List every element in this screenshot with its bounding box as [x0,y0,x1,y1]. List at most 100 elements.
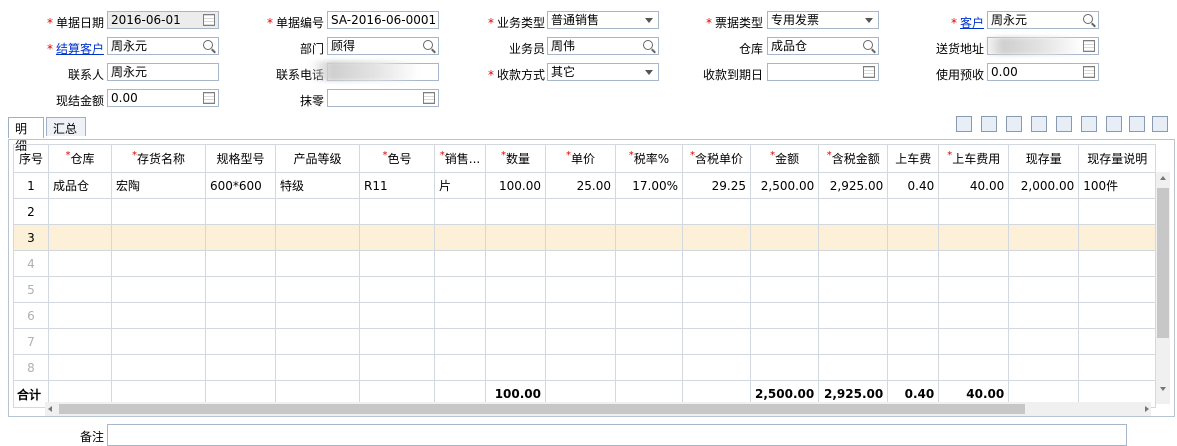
table-cell[interactable] [1078,250,1157,277]
table-cell[interactable] [111,354,206,381]
table-row[interactable]: 1 成品仓 宏陶 600*600 特级 R11 片 100.00 25.00 17.00% 29.2… [13,172,1157,199]
column-header[interactable]: *单价 [545,144,616,173]
table-cell[interactable] [275,198,360,225]
table-cell[interactable] [818,198,889,225]
column-header[interactable]: *含税单价 [682,144,751,173]
table-cell[interactable] [48,224,112,251]
search-icon[interactable] [202,39,216,53]
table-cell[interactable] [887,250,940,277]
scroll-down-icon[interactable] [1160,387,1166,391]
table-cell[interactable]: 100.00 [485,172,546,199]
table-cell[interactable] [1078,224,1157,251]
edit-icon[interactable] [1082,39,1096,53]
calculator-icon[interactable] [1082,65,1096,79]
table-row[interactable]: 3 [13,224,1157,251]
table-cell[interactable] [48,354,112,381]
table-cell[interactable] [275,328,360,355]
doc-no-input[interactable]: SA-2016-06-0001 [327,11,439,29]
table-cell[interactable] [434,224,486,251]
column-header[interactable]: *色号 [359,144,435,173]
table-cell[interactable] [359,328,435,355]
chevron-down-icon[interactable] [642,13,656,27]
customer-link[interactable]: 客户 [960,16,984,30]
table-cell[interactable] [749,198,820,225]
table-cell[interactable] [749,224,820,251]
table-cell[interactable] [434,328,486,355]
settle-customer-input[interactable]: 周永元 [107,37,219,55]
table-cell[interactable] [275,276,360,303]
biz-type-select[interactable]: 普通销售 [547,11,659,29]
column-header[interactable]: 产品等级 [275,144,360,173]
table-cell[interactable] [434,250,486,277]
table-cell[interactable] [205,354,276,381]
find-icon[interactable] [1056,116,1072,132]
table-cell[interactable] [1078,276,1157,303]
table-cell[interactable] [1008,328,1080,355]
table-cell[interactable]: 600*600 [205,172,276,199]
copy-icon[interactable] [956,116,972,132]
table-cell[interactable]: 0.40 [887,172,940,199]
table-cell[interactable] [111,276,206,303]
table-cell[interactable] [887,354,940,381]
table-cell[interactable] [205,328,276,355]
column-header[interactable]: 序号 [13,144,49,173]
table-cell[interactable] [749,302,820,329]
table-cell[interactable] [48,198,112,225]
table-cell[interactable] [275,250,360,277]
table-cell[interactable] [615,276,683,303]
table-cell[interactable] [1008,276,1080,303]
table-cell[interactable] [48,328,112,355]
calendar-icon[interactable] [202,13,216,27]
table-cell[interactable] [275,302,360,329]
table-cell[interactable] [938,250,1010,277]
paste-icon[interactable] [981,116,997,132]
preview-icon[interactable] [1081,116,1097,132]
table-cell[interactable] [48,302,112,329]
table-cell[interactable] [938,328,1010,355]
table-cell[interactable] [1008,198,1080,225]
table-cell[interactable]: 17.00% [615,172,683,199]
table-cell[interactable] [359,276,435,303]
table-cell[interactable] [887,198,940,225]
table-cell[interactable] [359,354,435,381]
table-cell[interactable]: 29.25 [682,172,751,199]
column-header[interactable]: 上车费 [887,144,940,173]
table-cell[interactable] [938,224,1010,251]
table-cell[interactable] [434,198,486,225]
table-cell[interactable] [205,250,276,277]
horizontal-scrollbar[interactable] [45,402,1151,416]
table-cell[interactable] [682,328,751,355]
table-cell[interactable] [1008,354,1080,381]
table-cell[interactable] [205,302,276,329]
table-cell[interactable] [938,276,1010,303]
column-header[interactable]: *上车费用 [938,144,1010,173]
table-cell[interactable] [938,198,1010,225]
customer-input[interactable]: 周永元 [987,11,1099,29]
table-cell[interactable] [205,198,276,225]
column-header[interactable]: *税率% [615,144,683,173]
table-cell[interactable] [887,328,940,355]
table-cell[interactable]: R11 [359,172,435,199]
table-cell[interactable] [615,250,683,277]
table-cell[interactable] [749,250,820,277]
table-cell[interactable] [111,198,206,225]
table-cell[interactable]: 2,925.00 [818,172,889,199]
table-cell[interactable] [682,224,751,251]
table-cell[interactable]: 特级 [275,172,360,199]
table-cell[interactable] [434,276,486,303]
table-cell[interactable] [682,198,751,225]
warehouse-input[interactable]: 成品仓 [767,37,879,55]
tab-detail[interactable]: 明细 [8,117,44,153]
export-icon[interactable] [1106,116,1122,132]
table-cell[interactable] [1008,250,1080,277]
table-row[interactable]: 5 [13,276,1157,303]
chart-icon[interactable] [1129,116,1145,132]
table-cell[interactable] [545,198,616,225]
table-cell[interactable] [359,224,435,251]
table-cell[interactable] [1078,354,1157,381]
table-cell[interactable] [434,302,486,329]
table-cell[interactable] [434,354,486,381]
chevron-down-icon[interactable] [862,13,876,27]
table-cell[interactable]: 片 [434,172,486,199]
table-cell[interactable] [545,276,616,303]
